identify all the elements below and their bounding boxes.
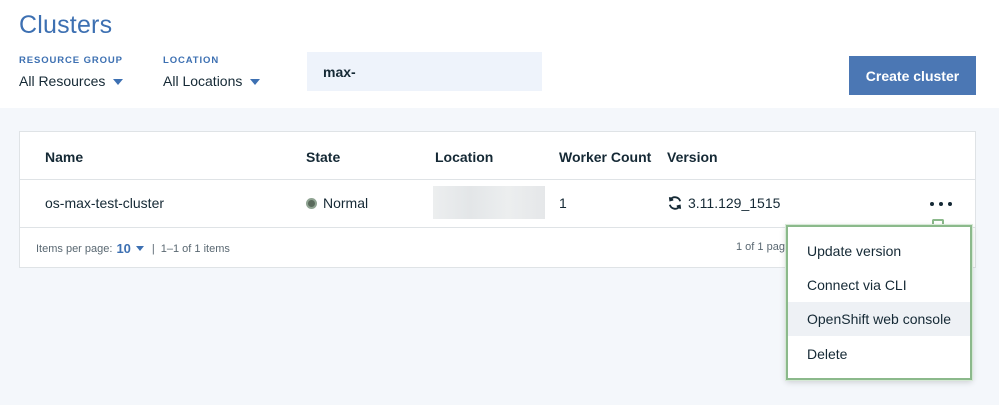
items-per-page-select[interactable]: 10 xyxy=(116,241,130,256)
resource-group-label: RESOURCE GROUP xyxy=(19,55,123,66)
cluster-worker-count: 1 xyxy=(559,195,567,211)
menu-item-delete[interactable]: Delete xyxy=(788,337,970,371)
page-info: 1 of 1 pag xyxy=(736,241,785,253)
resource-group-value: All Resources xyxy=(19,73,106,89)
chevron-down-icon[interactable] xyxy=(135,246,144,251)
overflow-menu-button[interactable] xyxy=(928,192,954,216)
items-per-page: Items per page: 10 | 1–1 of 1 items xyxy=(36,241,230,256)
resource-group-filter[interactable]: RESOURCE GROUP All Resources xyxy=(19,55,124,89)
search-input-value: max- xyxy=(323,63,356,80)
column-header-location[interactable]: Location xyxy=(435,149,493,165)
column-header-state[interactable]: State xyxy=(306,149,340,165)
resource-group-dropdown[interactable]: All Resources xyxy=(19,73,124,89)
menu-item-connect-cli[interactable]: Connect via CLI xyxy=(788,268,970,302)
chevron-down-icon xyxy=(113,78,124,85)
cluster-location-redacted xyxy=(433,186,545,219)
items-range: 1–1 of 1 items xyxy=(160,242,230,255)
update-available-icon xyxy=(668,196,682,210)
dot-icon xyxy=(948,202,952,206)
cluster-version: 3.11.129_1515 xyxy=(667,195,780,211)
column-header-name[interactable]: Name xyxy=(45,149,83,165)
page-title: Clusters xyxy=(19,11,113,39)
location-value: All Locations xyxy=(163,73,243,89)
table-header: Name State Location Worker Count Version xyxy=(20,132,975,180)
overflow-menu: Update version Connect via CLI OpenShift… xyxy=(786,225,972,380)
table-row[interactable]: os-max-test-cluster Normal 1 3.11.129_15… xyxy=(20,180,975,228)
page-header: Clusters RESOURCE GROUP All Resources LO… xyxy=(0,0,999,108)
location-label: LOCATION xyxy=(163,55,220,66)
menu-item-update-version[interactable]: Update version xyxy=(788,234,970,268)
cluster-name[interactable]: os-max-test-cluster xyxy=(45,195,164,211)
dot-icon xyxy=(930,202,934,206)
location-dropdown[interactable]: All Locations xyxy=(163,73,261,89)
menu-item-openshift-console[interactable]: OpenShift web console xyxy=(788,302,970,336)
cluster-state: Normal xyxy=(306,195,368,211)
create-cluster-button[interactable]: Create cluster xyxy=(849,56,976,95)
column-header-worker-count[interactable]: Worker Count xyxy=(559,149,651,165)
cluster-version-label: 3.11.129_1515 xyxy=(688,195,781,211)
search-input[interactable]: max- xyxy=(307,52,542,91)
column-header-version[interactable]: Version xyxy=(667,149,718,165)
items-per-page-label: Items per page: xyxy=(36,242,113,255)
pagination-separator: | xyxy=(151,242,155,255)
location-filter[interactable]: LOCATION All Locations xyxy=(163,55,261,89)
chevron-down-icon xyxy=(250,78,261,85)
cluster-state-label: Normal xyxy=(323,195,369,211)
dot-icon xyxy=(939,202,943,206)
status-normal-icon xyxy=(306,197,317,209)
